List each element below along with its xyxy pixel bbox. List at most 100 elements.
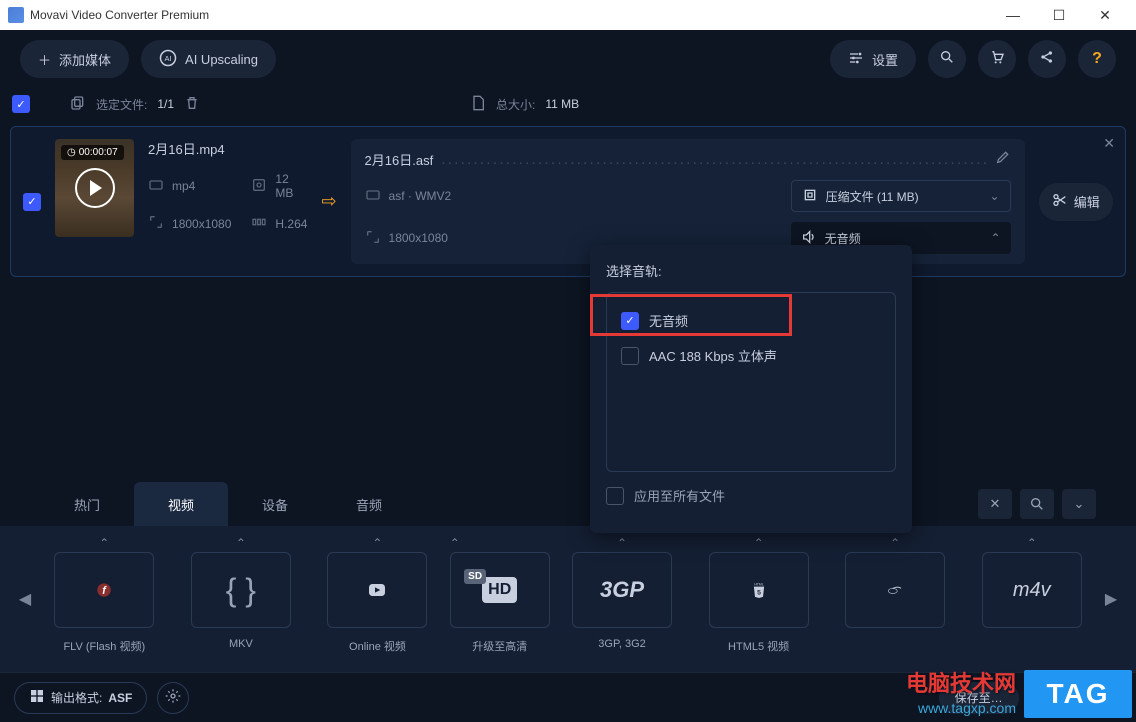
audio-track-panel: 选择音轨: ✓ 无音频 AAC 188 Kbps 立体声 应用至所有文件 <box>590 245 912 533</box>
audio-track-list: ✓ 无音频 AAC 188 Kbps 立体声 <box>606 292 896 472</box>
chevron-up-icon: ⌃ <box>754 534 764 552</box>
cart-icon <box>989 49 1005 70</box>
chevron-up-icon: ⌃ <box>617 534 627 552</box>
toolbar: ＋ 添加媒体 AI AI Upscaling 设置 ? <box>0 30 1136 88</box>
format-html5-label: HTML5 视频 <box>728 638 789 654</box>
audio-option-aac[interactable]: AAC 188 Kbps 立体声 <box>617 338 885 373</box>
plus-icon: ＋ <box>38 50 51 69</box>
watermark-text: 电脑技术网 <box>906 666 1016 698</box>
select-all-checkbox[interactable]: ✓ <box>12 95 30 113</box>
share-button[interactable] <box>1028 40 1066 78</box>
format-3gp[interactable]: ⌃ 3GP 3GP, 3G2 <box>558 534 687 664</box>
chevron-up-icon: ⌃ <box>99 534 109 552</box>
settings-button[interactable]: 设置 <box>830 40 916 78</box>
checkbox-unchecked-icon <box>621 347 639 365</box>
output-format-pill[interactable]: 输出格式: ASF <box>14 682 147 714</box>
format-mkv-label: MKV <box>229 638 253 650</box>
output-format-value: ASF <box>108 691 132 705</box>
trash-icon[interactable] <box>184 95 200 114</box>
format-3gp-label: 3GP, 3G2 <box>598 638 646 650</box>
tab-close-button[interactable]: ✕ <box>978 489 1012 519</box>
format-prev-button[interactable]: ◀ <box>10 559 40 639</box>
svg-text:AI: AI <box>164 54 171 63</box>
selected-count: 1/1 <box>157 97 174 111</box>
tab-popular[interactable]: 热门 <box>40 482 134 526</box>
chevron-down-icon: ⌄ <box>990 189 1000 203</box>
ai-icon: AI <box>159 49 177 70</box>
tab-search-button[interactable] <box>1020 489 1054 519</box>
format-online[interactable]: ⌃ Online 视频 <box>313 534 442 664</box>
audio-option-none-label: 无音频 <box>649 311 688 330</box>
resolution-icon <box>148 214 164 233</box>
file-icon <box>470 95 486 114</box>
format-html5[interactable]: ⌃ HTML5 HTML5 视频 <box>694 534 823 664</box>
titlebar: Movavi Video Converter Premium — ☐ ✕ <box>0 0 1136 30</box>
add-media-button[interactable]: ＋ 添加媒体 <box>20 40 129 78</box>
help-icon: ? <box>1092 50 1102 68</box>
item-checkbox[interactable]: ✓ <box>23 193 41 211</box>
container-icon <box>365 187 381 206</box>
tab-video[interactable]: 视频 <box>134 482 228 526</box>
gear-icon <box>165 688 181 707</box>
source-size: 12 MB <box>275 172 307 200</box>
remove-item-button[interactable]: ✕ <box>1103 135 1115 152</box>
source-filename: 2月16日.mp4 <box>148 139 307 158</box>
svg-text:HTML: HTML <box>754 582 763 586</box>
format-tabs: 热门 视频 设备 音频 ✕ ⌄ <box>0 482 1136 526</box>
container-icon <box>148 177 164 196</box>
audio-option-none[interactable]: ✓ 无音频 <box>617 303 885 338</box>
scissors-icon <box>1052 192 1068 211</box>
help-button[interactable]: ? <box>1078 40 1116 78</box>
search-icon <box>939 49 955 70</box>
share-icon <box>1039 49 1055 70</box>
duration-text: 00:00:07 <box>79 147 118 158</box>
watermark-tag: TAG <box>1024 670 1132 718</box>
output-format: asf · WMV2 <box>389 189 452 203</box>
tab-collapse-button[interactable]: ⌄ <box>1062 489 1096 519</box>
chevron-up-icon: ⌃ <box>991 231 1001 245</box>
clock-icon: ◷ <box>67 147 76 158</box>
close-button[interactable]: ✕ <box>1082 0 1128 30</box>
minimize-button[interactable]: — <box>990 0 1036 30</box>
chevron-up-icon: ⌃ <box>450 534 550 552</box>
output-settings-button[interactable] <box>157 682 189 714</box>
app-title: Movavi Video Converter Premium <box>30 8 990 22</box>
ai-upscaling-label: AI Upscaling <box>185 52 258 67</box>
chevron-up-icon: ⌃ <box>236 534 246 552</box>
audio-panel-title: 选择音轨: <box>606 261 896 280</box>
format-m4v[interactable]: ⌃ m4v <box>967 534 1096 664</box>
format-strip: ◀ ⌃ f FLV (Flash 视频) ⌃ { } MKV ⌃ Online … <box>0 526 1136 672</box>
source-codec: H.264 <box>275 217 307 231</box>
format-flv[interactable]: ⌃ f FLV (Flash 视频) <box>40 534 169 664</box>
audio-option-aac-label: AAC 188 Kbps 立体声 <box>649 346 777 365</box>
video-thumbnail[interactable]: ◷ 00:00:07 <box>55 139 134 237</box>
ai-upscaling-button[interactable]: AI AI Upscaling <box>141 40 276 78</box>
checkbox-checked-icon: ✓ <box>621 312 639 330</box>
rename-button[interactable] <box>995 149 1011 170</box>
format-hd[interactable]: ⌃ SDHD 升级至高清 <box>450 534 550 664</box>
format-next-button[interactable]: ▶ <box>1096 559 1126 639</box>
watermark-url: www.tagxp.com <box>918 700 1016 716</box>
duration-badge: ◷ 00:00:07 <box>61 145 124 160</box>
sliders-icon <box>848 50 864 69</box>
cart-button[interactable] <box>978 40 1016 78</box>
chevron-up-icon: ⌃ <box>1027 534 1037 552</box>
compress-icon <box>802 187 818 206</box>
format-flv-label: FLV (Flash 视频) <box>63 638 145 654</box>
format-mkv[interactable]: ⌃ { } MKV <box>177 534 306 664</box>
compress-label: 压缩文件 (11 MB) <box>826 188 919 205</box>
add-media-label: 添加媒体 <box>59 50 111 69</box>
compress-dropdown[interactable]: 压缩文件 (11 MB) ⌄ <box>791 180 1011 212</box>
format-bluray[interactable]: ⌃ <box>831 534 960 664</box>
format-online-label: Online 视频 <box>349 638 406 654</box>
maximize-button[interactable]: ☐ <box>1036 0 1082 30</box>
app-icon <box>8 7 24 23</box>
search-button[interactable] <box>928 40 966 78</box>
edit-button[interactable]: 编辑 <box>1039 183 1113 221</box>
info-bar: ✓ 选定文件: 1/1 总大小: 11 MB <box>0 88 1136 120</box>
tab-audio[interactable]: 音频 <box>322 482 416 526</box>
apply-all-checkbox[interactable] <box>606 487 624 505</box>
settings-label: 设置 <box>872 50 898 69</box>
tab-devices[interactable]: 设备 <box>228 482 322 526</box>
source-format: mp4 <box>172 179 195 193</box>
